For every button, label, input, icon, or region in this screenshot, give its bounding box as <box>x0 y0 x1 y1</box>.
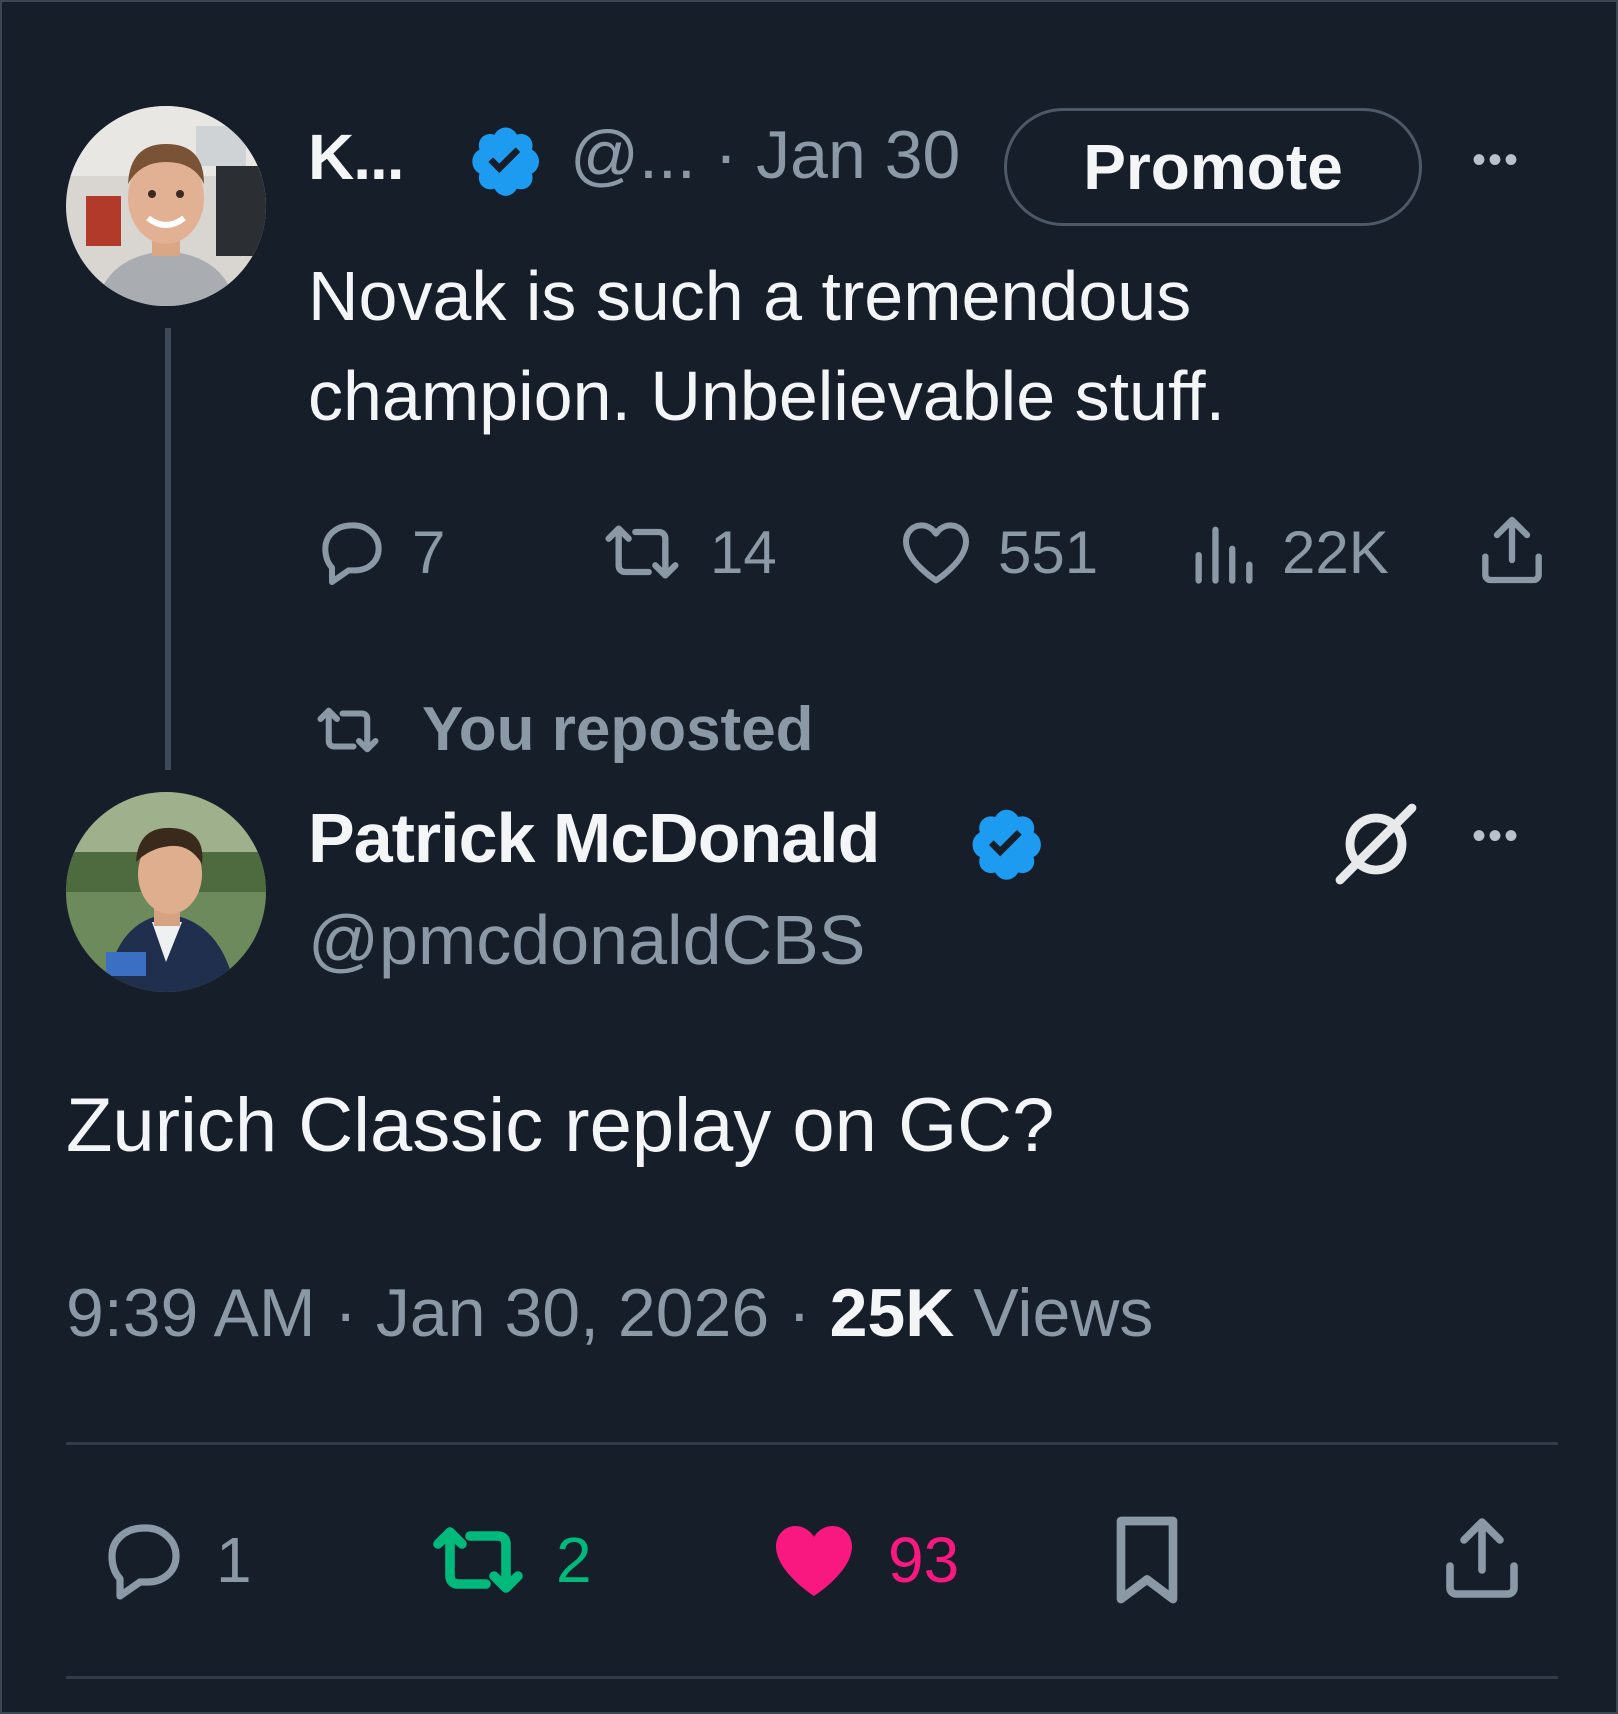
views-icon <box>1186 512 1262 592</box>
parent-author-handle[interactable]: @... <box>570 117 696 193</box>
more-icon[interactable]: ••• <box>1472 814 1520 859</box>
main-author-handle[interactable]: @pmcdonaldCBS <box>308 900 865 980</box>
views-total: 25K <box>829 1275 955 1351</box>
repost-icon <box>308 697 388 763</box>
more-icon[interactable]: ••• <box>1472 138 1520 183</box>
like-icon <box>894 512 978 592</box>
tweet-thread: K... @... · Jan 30 Promote ••• Novak is … <box>0 0 1618 1714</box>
bookmark-icon[interactable] <box>1102 1508 1192 1612</box>
reply-button[interactable]: 1 <box>94 1512 252 1608</box>
repost-count: 2 <box>556 1524 592 1596</box>
divider <box>66 1676 1558 1679</box>
views-count: 22K <box>1282 518 1389 586</box>
verified-badge-icon <box>464 120 544 200</box>
avatar-main-author[interactable] <box>66 792 266 992</box>
repost-icon <box>422 1512 534 1608</box>
grok-icon[interactable] <box>1326 796 1426 892</box>
repost-icon <box>594 512 690 592</box>
thread-connector-line <box>165 328 171 770</box>
reply-icon <box>312 512 392 592</box>
reply-count: 7 <box>412 518 446 586</box>
repost-indicator-label: You reposted <box>422 695 814 764</box>
reply-icon <box>94 1512 194 1608</box>
parent-post-date[interactable]: · Jan 30 <box>715 117 961 193</box>
like-count: 551 <box>998 518 1099 586</box>
main-post-text: Zurich Classic replay on GC? <box>66 1083 1055 1168</box>
share-icon[interactable] <box>1472 510 1552 590</box>
parent-author-name[interactable]: K... <box>308 120 405 194</box>
avatar-parent-author[interactable] <box>66 106 266 306</box>
like-button[interactable]: 93 <box>762 1512 959 1608</box>
repost-indicator: You reposted <box>308 694 814 765</box>
repost-count: 14 <box>710 518 777 586</box>
repost-button[interactable]: 2 <box>422 1512 592 1608</box>
views-button[interactable]: 22K <box>1186 512 1389 592</box>
like-icon <box>762 1512 866 1608</box>
parent-author-handle-date[interactable]: @... · Jan 30 <box>570 116 960 194</box>
post-timestamp[interactable]: 9:39 AM · Jan 30, 2026 · <box>66 1275 830 1351</box>
post-metadata: 9:39 AM · Jan 30, 2026 · 25K Views <box>66 1274 1153 1352</box>
share-icon[interactable] <box>1434 1510 1530 1606</box>
like-count: 93 <box>888 1524 960 1596</box>
reply-count: 1 <box>216 1524 252 1596</box>
divider <box>66 1442 1558 1445</box>
reply-button[interactable]: 7 <box>312 512 445 592</box>
parent-post-text: Novak is such a tremendous champion. Unb… <box>308 257 1226 435</box>
like-button[interactable]: 551 <box>894 512 1098 592</box>
main-author-name[interactable]: Patrick McDonald <box>308 798 880 878</box>
views-label: Views <box>954 1275 1154 1351</box>
promote-button[interactable]: Promote <box>1004 108 1422 226</box>
repost-button[interactable]: 14 <box>594 512 777 592</box>
verified-badge-icon <box>964 802 1046 884</box>
